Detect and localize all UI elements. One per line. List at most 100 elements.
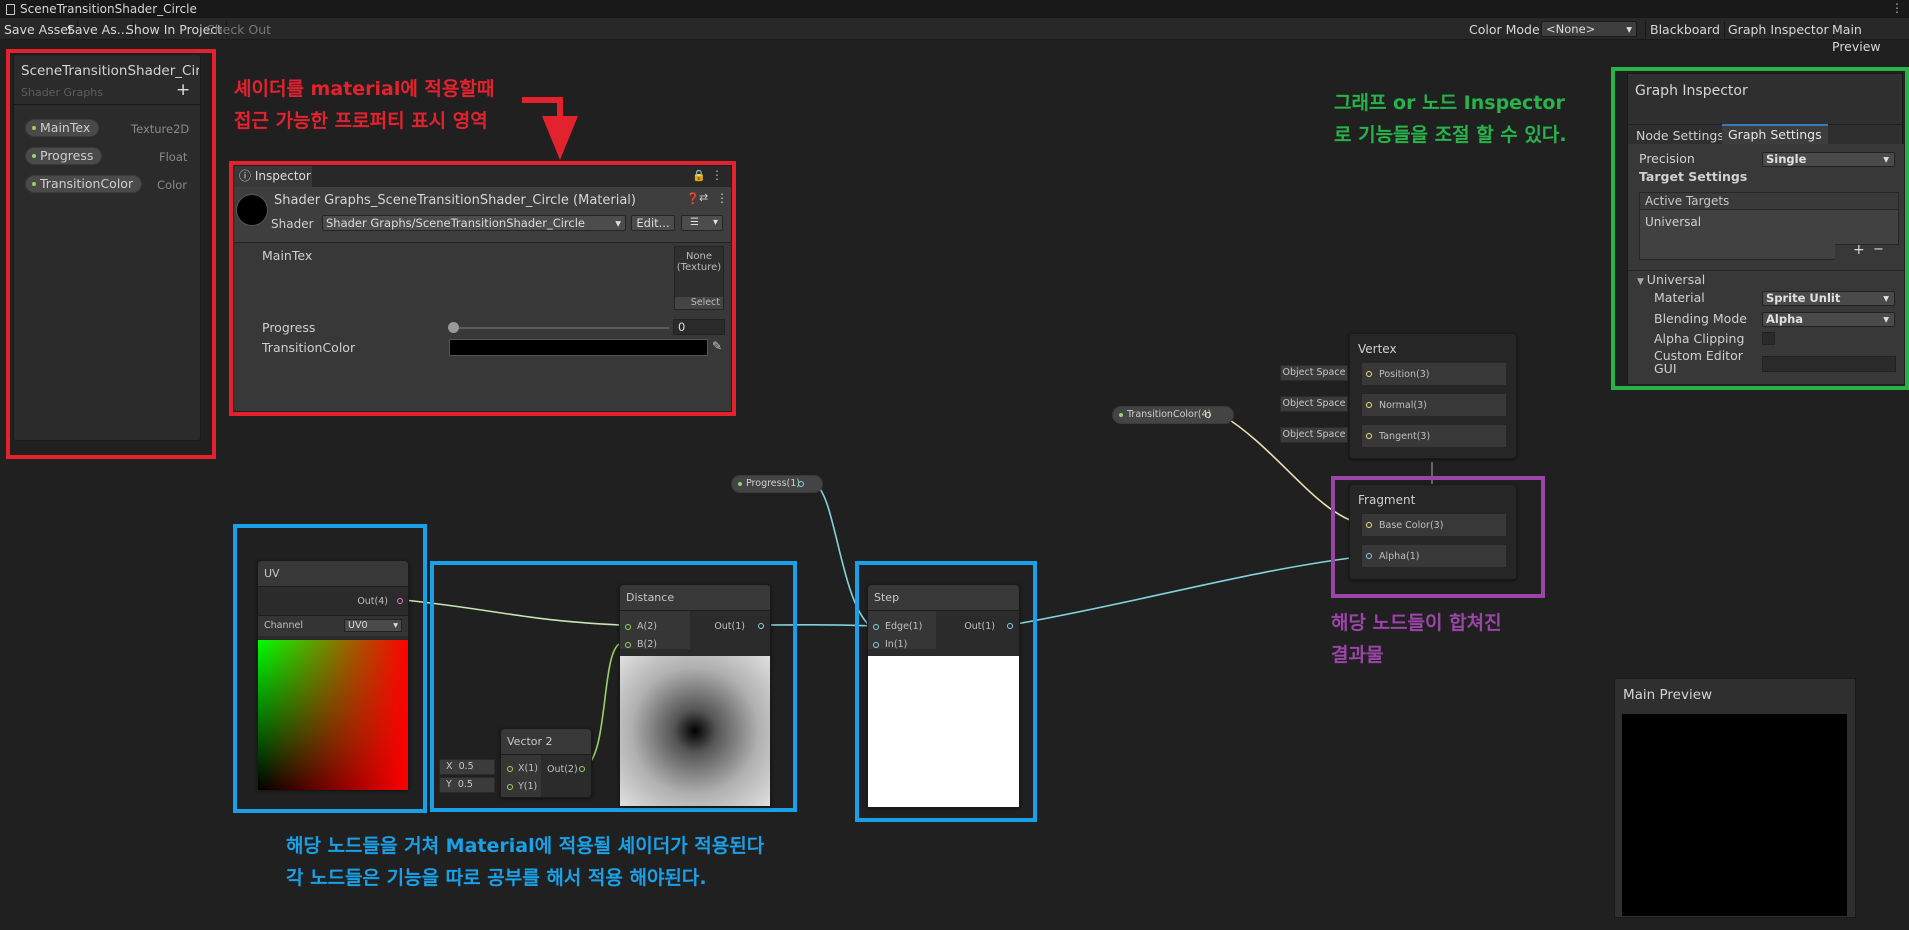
- step-out-port-label: Out(1): [964, 621, 995, 632]
- annotation-purple-line1: 해당 노드들이 합쳐진: [1331, 612, 1502, 634]
- output-port[interactable]: [397, 598, 403, 604]
- chevron-down-icon: ▾: [393, 620, 398, 631]
- vector2-node[interactable]: Vector 2 X(1) Y(1) Out(2): [500, 728, 592, 798]
- tab-node-settings[interactable]: Node Settings: [1633, 126, 1727, 145]
- active-targets-list: Active Targets Universal + −: [1639, 192, 1899, 260]
- annotation-purple: 해당 노드들이 합쳐진 결과물: [1331, 607, 1502, 671]
- tab-graph-settings[interactable]: Graph Settings: [1722, 124, 1828, 144]
- distance-node-title: Distance: [620, 585, 770, 611]
- transitioncolor-swatch[interactable]: [449, 339, 708, 356]
- property-pill-progress[interactable]: Progress: [25, 147, 103, 165]
- normal-space-field[interactable]: Object Space: [1280, 396, 1348, 412]
- step-edge-port-label: Edge(1): [885, 621, 923, 632]
- shader-dropdown[interactable]: Shader Graphs/SceneTransitionShader_Circ…: [322, 215, 626, 231]
- uv-node[interactable]: UV Out(4) Channel UV0 ▾: [257, 560, 409, 790]
- input-port[interactable]: [1366, 553, 1372, 559]
- output-port[interactable]: [798, 481, 804, 487]
- output-port[interactable]: [579, 766, 585, 772]
- annotation-green: 그래프 or 노드 Inspector 로 기능들을 조절 할 수 있다.: [1334, 87, 1567, 151]
- custom-editor-gui-field[interactable]: [1762, 356, 1896, 372]
- tangent-space-field[interactable]: Object Space: [1280, 427, 1348, 443]
- universal-header: Universal: [1646, 272, 1706, 287]
- step-node-title: Step: [868, 585, 1019, 611]
- vector2-y-input[interactable]: Y 0.5: [439, 777, 495, 793]
- distance-node[interactable]: Distance A(2) B(2) Out(1): [619, 584, 771, 806]
- input-port[interactable]: [1366, 371, 1372, 377]
- output-port[interactable]: [758, 623, 764, 629]
- add-property-button[interactable]: +: [176, 80, 190, 100]
- vector2-x-input[interactable]: X 0.5: [439, 759, 495, 775]
- annotation-blue: 해당 노드들을 거쳐 Material에 적용될 셰이더가 적용된다 각 노드들…: [286, 830, 764, 894]
- info-icon: ⓘ: [239, 169, 255, 183]
- texture-type-label: (Texture): [676, 262, 722, 273]
- property-pill-maintex[interactable]: MainTex: [25, 119, 100, 137]
- remove-target-button[interactable]: −: [1873, 242, 1884, 257]
- input-port[interactable]: [625, 642, 631, 648]
- channel-dropdown[interactable]: UV0 ▾: [344, 619, 402, 632]
- settings-sliders-icon[interactable]: ⇄: [699, 191, 708, 204]
- help-icon[interactable]: ❓: [686, 192, 700, 205]
- property-type: Float: [159, 150, 188, 164]
- basecolor-port-label: Base Color(3): [1379, 520, 1444, 531]
- annotation-green-line1: 그래프 or 노드 Inspector: [1334, 92, 1565, 114]
- y-label: Y: [446, 779, 452, 790]
- input-port[interactable]: [507, 766, 513, 772]
- universal-foldout[interactable]: ▼ Universal: [1637, 272, 1705, 287]
- output-port[interactable]: [1007, 623, 1013, 629]
- texture-select-button[interactable]: Select: [675, 297, 723, 309]
- uv-preview: [258, 640, 408, 790]
- step-node[interactable]: Step Edge(1) In(1) Out(1): [867, 584, 1020, 808]
- blending-mode-dropdown[interactable]: Alpha: [1762, 312, 1895, 327]
- lock-icon[interactable]: 🔒: [692, 169, 706, 182]
- fragment-title: Fragment: [1358, 493, 1416, 507]
- annotation-purple-line2: 결과물: [1331, 644, 1384, 666]
- material-inspector-panel: ⓘ Inspector 🔒 ⋮ Shader Graphs_SceneTrans…: [234, 166, 731, 411]
- input-port[interactable]: [873, 624, 879, 630]
- kebab-menu-icon[interactable]: ⋮: [711, 168, 723, 182]
- uv-node-title: UV: [258, 561, 408, 587]
- edit-shader-button[interactable]: Edit...: [631, 215, 675, 231]
- normal-port-label: Normal(3): [1379, 400, 1427, 411]
- graph-inspector-panel: Graph Inspector Node Settings Graph Sett…: [1627, 73, 1904, 384]
- inspector-tab[interactable]: ⓘ Inspector: [234, 166, 312, 187]
- active-targets-header: Active Targets: [1640, 193, 1898, 210]
- progress-property-node[interactable]: Progress(1): [731, 475, 823, 493]
- progress-slider-handle[interactable]: [448, 322, 459, 333]
- position-port-label: Position(3): [1379, 369, 1430, 380]
- input-port[interactable]: [625, 624, 631, 630]
- property-pill-transitioncolor[interactable]: TransitionColor: [25, 175, 143, 193]
- alpha-clipping-checkbox[interactable]: [1762, 332, 1775, 345]
- fragment-stack[interactable]: Fragment Base Color(3) Alpha(1): [1349, 484, 1517, 580]
- shader-dropdown-value: Shader Graphs/SceneTransitionShader_Circ…: [326, 216, 585, 230]
- output-port[interactable]: [1205, 412, 1211, 418]
- input-port[interactable]: [1366, 433, 1372, 439]
- transitioncolor-label: TransitionColor: [262, 340, 356, 355]
- eyedropper-icon[interactable]: ✎: [712, 339, 722, 353]
- progress-label: Progress: [262, 320, 316, 335]
- blending-mode-label: Blending Mode: [1654, 311, 1747, 326]
- precision-dropdown[interactable]: Single: [1762, 152, 1895, 167]
- custom-editor-label: Custom Editor GUI: [1654, 349, 1743, 375]
- material-dropdown[interactable]: Sprite Unlit: [1762, 291, 1895, 306]
- input-port[interactable]: [873, 642, 879, 648]
- progress-value-field[interactable]: 0: [673, 319, 725, 335]
- position-space-field[interactable]: Object Space: [1280, 365, 1348, 381]
- kebab-menu-icon[interactable]: ⋮: [716, 191, 728, 205]
- input-port[interactable]: [1366, 522, 1372, 528]
- transitioncolor-property-node[interactable]: TransitionColor(4): [1112, 406, 1235, 424]
- property-type: Texture2D: [131, 122, 190, 136]
- shader-options-dropdown[interactable]: ☰ ▾: [681, 215, 723, 231]
- input-port[interactable]: [1366, 402, 1372, 408]
- progress-slider-track[interactable]: [454, 327, 669, 329]
- main-preview-panel: Main Preview: [1614, 678, 1856, 918]
- vertex-stack[interactable]: Vertex Position(3) Normal(3) Tangent(3): [1349, 333, 1517, 459]
- annotation-blue-line1: 해당 노드들을 거쳐 Material에 적용될 셰이더가 적용된다: [286, 835, 765, 857]
- chevron-down-icon: ▾: [615, 216, 621, 230]
- active-target-item[interactable]: Universal: [1645, 215, 1701, 229]
- vertex-title: Vertex: [1358, 342, 1397, 356]
- texture-slot[interactable]: None (Texture) Select: [674, 246, 724, 310]
- input-port[interactable]: [507, 784, 513, 790]
- main-preview-render[interactable]: [1622, 714, 1847, 916]
- add-target-button[interactable]: +: [1853, 242, 1865, 258]
- triangle-down-icon: ▼: [1637, 277, 1647, 287]
